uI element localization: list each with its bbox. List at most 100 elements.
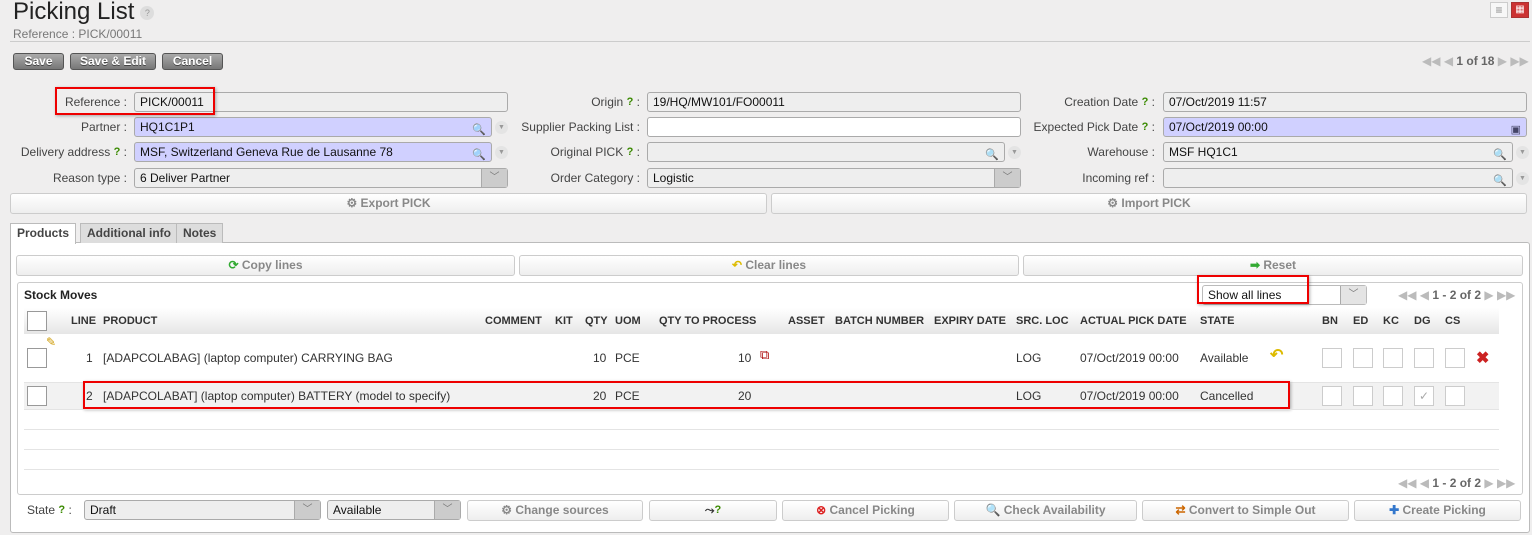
col-src-loc[interactable]: SRC. LOC	[1016, 315, 1069, 327]
chevron-down-icon[interactable]: ﹀	[294, 501, 320, 519]
origin-label: Origin ? :	[591, 95, 640, 109]
col-actual-pick-date[interactable]: ACTUAL PICK DATE	[1080, 315, 1187, 327]
uom-cell: PCE	[615, 351, 640, 365]
ed-checkbox	[1353, 386, 1373, 406]
reset-button[interactable]: ➡ Reset	[1023, 255, 1523, 276]
check-availability-button[interactable]: 🔍 Check Availability	[954, 500, 1137, 521]
qty-to-process-cell: 10	[738, 351, 752, 365]
warehouse-label: Warehouse :	[1087, 145, 1155, 159]
delivery-address-field[interactable]: MSF, Switzerland Geneva Rue de Lausanne …	[134, 142, 492, 162]
clear-lines-button[interactable]: ↶ Clear lines	[519, 255, 1019, 276]
dg-checkbox: ✓	[1414, 386, 1434, 406]
line-cell: 1	[86, 351, 93, 365]
edit-pencil-icon[interactable]: ✎	[46, 335, 56, 349]
availability-select[interactable]: Available ﹀	[327, 500, 461, 520]
save-edit-button[interactable]: Save & Edit	[70, 53, 156, 70]
tab-products[interactable]: Products	[10, 223, 77, 244]
partner-field[interactable]: HQ1C1P1 🔍	[134, 117, 492, 137]
dropdown-icon[interactable]: ▼	[1516, 172, 1529, 185]
help-icon[interactable]: ?	[140, 5, 155, 20]
creation-date-field[interactable]: 07/Oct/2019 11:57	[1163, 92, 1527, 112]
cs-checkbox	[1445, 348, 1465, 368]
tab-additional-info[interactable]: Additional info	[80, 223, 178, 243]
cancel-button[interactable]: Cancel	[162, 53, 223, 70]
chevron-down-icon[interactable]: ﹀	[434, 501, 460, 519]
col-expiry-date[interactable]: EXPIRY DATE	[934, 315, 1006, 327]
copy-lines-button[interactable]: ⟳ Copy lines	[16, 255, 515, 276]
expected-pick-date-field[interactable]: 07/Oct/2019 00:00 ▣	[1163, 117, 1527, 137]
col-batch-number[interactable]: BATCH NUMBER	[835, 315, 924, 327]
list-view-icon[interactable]: ≡	[1490, 2, 1508, 18]
col-line[interactable]: LINE	[71, 315, 96, 327]
undo-icon: ↶	[731, 258, 746, 272]
reason-type-label: Reason type :	[52, 171, 127, 185]
highlight-box	[83, 381, 1290, 409]
return-icon[interactable]: ↶	[1270, 345, 1283, 365]
state-select[interactable]: Draft ﹀	[84, 500, 321, 520]
lines-pager-bottom: ◀◀ ◀ 1 - 2 of 2 ▶ ▶▶	[1398, 476, 1516, 490]
prev-icon[interactable]: ◀	[1444, 54, 1453, 68]
route-button[interactable]: ⤳?	[649, 500, 777, 521]
delete-icon[interactable]: ✖	[1476, 348, 1489, 368]
chevron-down-icon[interactable]: ﹀	[1340, 286, 1366, 304]
convert-simple-out-button[interactable]: ⇄ Convert to Simple Out	[1142, 500, 1349, 521]
col-qty[interactable]: QTY	[585, 315, 608, 327]
partner-label: Partner :	[80, 120, 127, 134]
record-pager: ◀◀ ◀ 1 of 18 ▶ ▶▶	[1422, 54, 1529, 68]
select-all-checkbox[interactable]	[27, 311, 47, 331]
col-cs[interactable]: CS	[1445, 315, 1460, 327]
next-icon[interactable]: ▶	[1498, 54, 1507, 68]
divider	[10, 41, 1530, 42]
col-kit[interactable]: KIT	[555, 315, 573, 327]
col-ed[interactable]: ED	[1353, 315, 1368, 327]
col-dg[interactable]: DG	[1414, 315, 1431, 327]
ed-checkbox	[1353, 348, 1373, 368]
pick-date-cell: 07/Oct/2019 00:00	[1080, 351, 1179, 365]
import-icon: ⚙	[1107, 196, 1122, 210]
gear-icon: ⚙	[501, 503, 516, 517]
convert-icon: ⇄	[1175, 503, 1189, 517]
bn-checkbox	[1322, 348, 1342, 368]
last-icon[interactable]: ▶▶	[1510, 54, 1528, 68]
cancel-icon: ⊗	[816, 503, 830, 517]
col-uom[interactable]: UOM	[615, 315, 641, 327]
split-line-icon[interactable]: ⧉	[760, 347, 769, 363]
dg-checkbox	[1414, 348, 1434, 368]
lines-pager: ◀◀ ◀ 1 - 2 of 2 ▶ ▶▶	[1398, 288, 1516, 302]
tab-notes[interactable]: Notes	[176, 223, 224, 243]
warehouse-field[interactable]: MSF HQ1C1 🔍	[1163, 142, 1513, 162]
col-kc[interactable]: KC	[1383, 315, 1399, 327]
col-state[interactable]: STATE	[1200, 315, 1234, 327]
highlight-box	[55, 87, 215, 115]
kc-checkbox	[1383, 386, 1403, 406]
export-pick-button[interactable]: ⚙ Export PICK	[10, 193, 767, 214]
highlight-box	[1197, 275, 1309, 304]
incoming-ref-field[interactable]: 🔍	[1163, 168, 1513, 188]
export-icon: ⚙	[346, 196, 361, 210]
col-product[interactable]: PRODUCT	[103, 315, 157, 327]
search-icon[interactable]: 🔍	[1493, 172, 1507, 190]
col-qty-to-process[interactable]: QTY TO PROCESS	[659, 315, 756, 327]
incoming-ref-label: Incoming ref :	[1082, 171, 1155, 185]
first-icon[interactable]: ◀◀	[1422, 54, 1440, 68]
col-comment[interactable]: COMMENT	[485, 315, 542, 327]
cancel-picking-button[interactable]: ⊗ Cancel Picking	[782, 500, 949, 521]
col-asset[interactable]: ASSET	[788, 315, 825, 327]
row-checkbox[interactable]	[27, 386, 47, 406]
save-button[interactable]: Save	[13, 53, 64, 70]
original-pick-field[interactable]: 🔍	[647, 142, 1005, 162]
row-divider	[24, 409, 1499, 410]
creation-date-label: Creation Date ? :	[1064, 95, 1155, 109]
change-sources-button[interactable]: ⚙ Change sources	[467, 500, 643, 521]
state-cell: Available	[1200, 351, 1249, 365]
search-icon[interactable]: 🔍	[1493, 146, 1507, 164]
row-checkbox[interactable]	[27, 348, 47, 368]
kc-checkbox	[1383, 348, 1403, 368]
form-view-icon[interactable]: ▦	[1511, 2, 1529, 18]
col-bn[interactable]: BN	[1322, 315, 1338, 327]
create-picking-button[interactable]: ✚ Create Picking	[1354, 500, 1521, 521]
dropdown-icon[interactable]: ▼	[1516, 146, 1529, 159]
calendar-icon[interactable]: ▣	[1511, 121, 1521, 139]
row-divider	[24, 429, 1499, 430]
import-pick-button[interactable]: ⚙ Import PICK	[771, 193, 1527, 214]
